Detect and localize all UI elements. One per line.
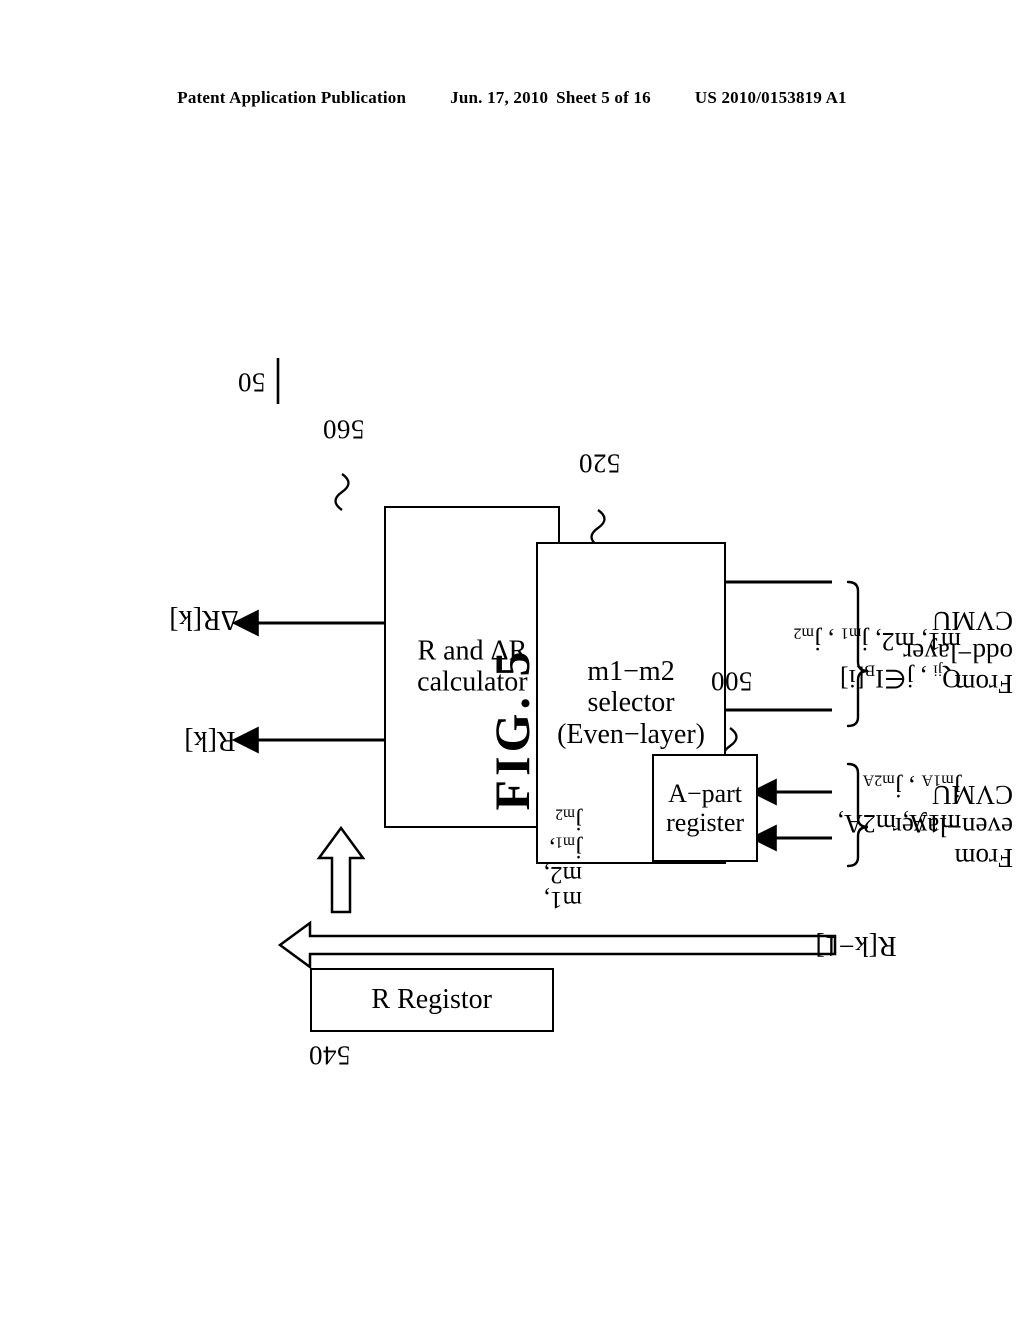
header-publication: Patent Application Publication	[177, 88, 407, 107]
header-patent-number: US 2010/0153819 A1	[694, 88, 847, 107]
figure-label: FIG. 5	[483, 589, 541, 869]
source-odd-line3: CVMU	[931, 606, 1013, 637]
output-label-r-text: R[k]	[184, 725, 236, 756]
numeral-540-text: 540	[308, 1040, 351, 1071]
block-r-register[interactable]: R Registor	[310, 968, 554, 1032]
numeral-560-text: 560	[322, 414, 365, 445]
source-odd-line2: odd−layer	[903, 637, 1013, 668]
source-odd-layer: From odd−layer CVMU	[845, 597, 1013, 707]
label-feedback-input: R[k−1]	[781, 925, 931, 965]
output-label-delta-r-text: ΔR[k]	[169, 604, 239, 635]
signal-selector-m1: m1,	[543, 886, 582, 913]
figure-label-text: FIG. 5	[484, 647, 540, 811]
numeral-520: 520	[563, 448, 637, 479]
source-even-line1: From	[954, 842, 1013, 873]
numeral-50-text: 50	[237, 367, 266, 398]
numeral-520-text: 520	[578, 448, 621, 479]
leader-560	[334, 473, 350, 511]
label-feedback-input-text: R[k−1]	[815, 930, 897, 961]
arrow-feedback-to-register	[277, 920, 837, 970]
block-r-register-label: R Registor	[371, 984, 493, 1016]
output-label-r: R[k]	[168, 724, 252, 756]
numeral-540: 540	[293, 1040, 367, 1071]
leader-520	[590, 509, 606, 547]
arrow-register-to-calculator	[316, 825, 366, 914]
output-label-delta-r: ΔR[k]	[149, 603, 259, 635]
source-odd-line1: From	[954, 668, 1013, 699]
numeral-50: 50	[212, 367, 292, 398]
source-even-line2: even−layer	[892, 811, 1013, 842]
source-even-layer: From even−layer CVMU	[845, 771, 1013, 881]
page-header: Patent Application Publication Jun. 17, 2…	[0, 88, 1024, 108]
header-sheet: Sheet 5 of 16	[556, 88, 651, 107]
numeral-560: 560	[307, 414, 381, 445]
header-date: Jun. 17, 2010	[450, 88, 549, 107]
source-even-line3: CVMU	[931, 780, 1013, 811]
